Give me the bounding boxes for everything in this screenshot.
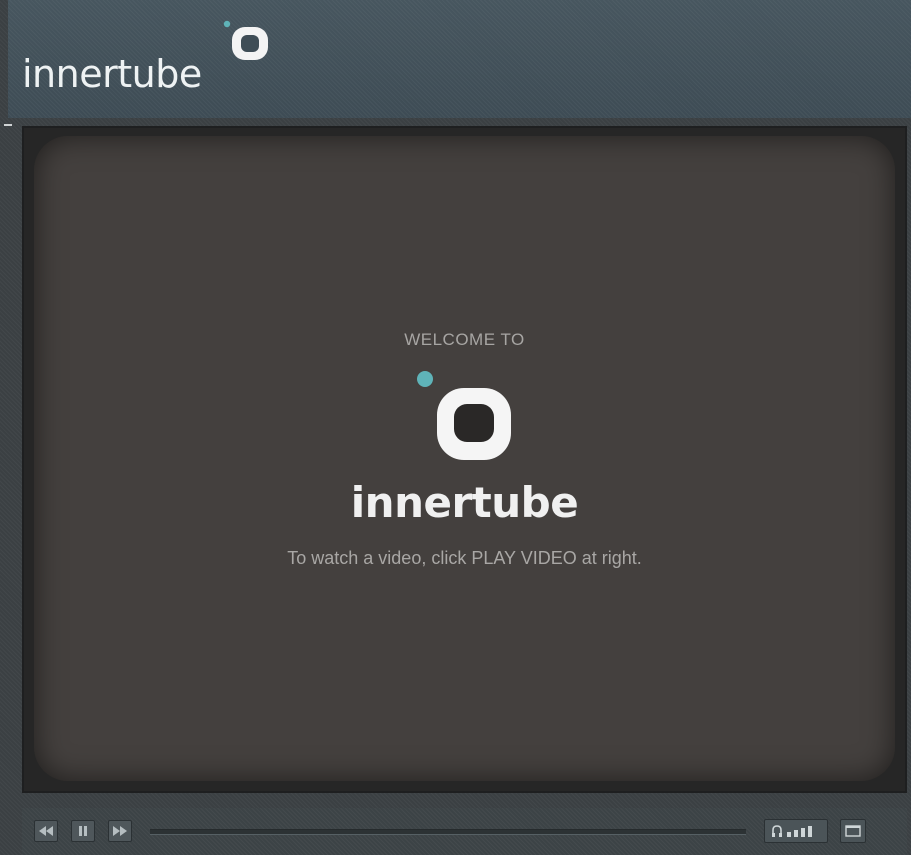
video-screen[interactable]: WELCOME TO innertube To watch a video, c… xyxy=(34,136,895,781)
welcome-label: WELCOME TO xyxy=(404,330,525,349)
fast-forward-button[interactable] xyxy=(108,820,132,842)
progress-bar[interactable] xyxy=(150,829,746,835)
innertube-player-app: innertube WELCOME TO innertube To watch … xyxy=(0,0,911,855)
pause-button[interactable] xyxy=(71,820,95,842)
volume-bar xyxy=(808,826,812,837)
video-frame: WELCOME TO innertube To watch a video, c… xyxy=(22,126,907,793)
volume-level-indicator xyxy=(787,826,812,837)
rewind-button[interactable] xyxy=(34,820,58,842)
left-edge-marker xyxy=(4,124,12,126)
volume-bar xyxy=(794,830,798,837)
rewind-icon xyxy=(39,826,53,836)
fullscreen-icon xyxy=(845,825,861,837)
header-logo[interactable]: innertube xyxy=(22,14,282,104)
innertube-logo-icon xyxy=(417,371,511,460)
header-bar: innertube xyxy=(8,0,911,118)
innertube-logo-icon xyxy=(223,20,268,60)
fast-forward-icon xyxy=(113,826,127,836)
fullscreen-button[interactable] xyxy=(840,819,866,843)
brand-wordmark: innertube xyxy=(350,478,579,527)
pause-icon xyxy=(79,826,87,836)
volume-bar xyxy=(801,828,805,837)
instructions-text: To watch a video, click PLAY VIDEO at ri… xyxy=(287,548,642,568)
header-logo-wordmark: innertube xyxy=(22,52,202,96)
volume-control[interactable] xyxy=(764,819,828,843)
volume-bar xyxy=(787,832,791,837)
control-bar xyxy=(22,808,907,855)
